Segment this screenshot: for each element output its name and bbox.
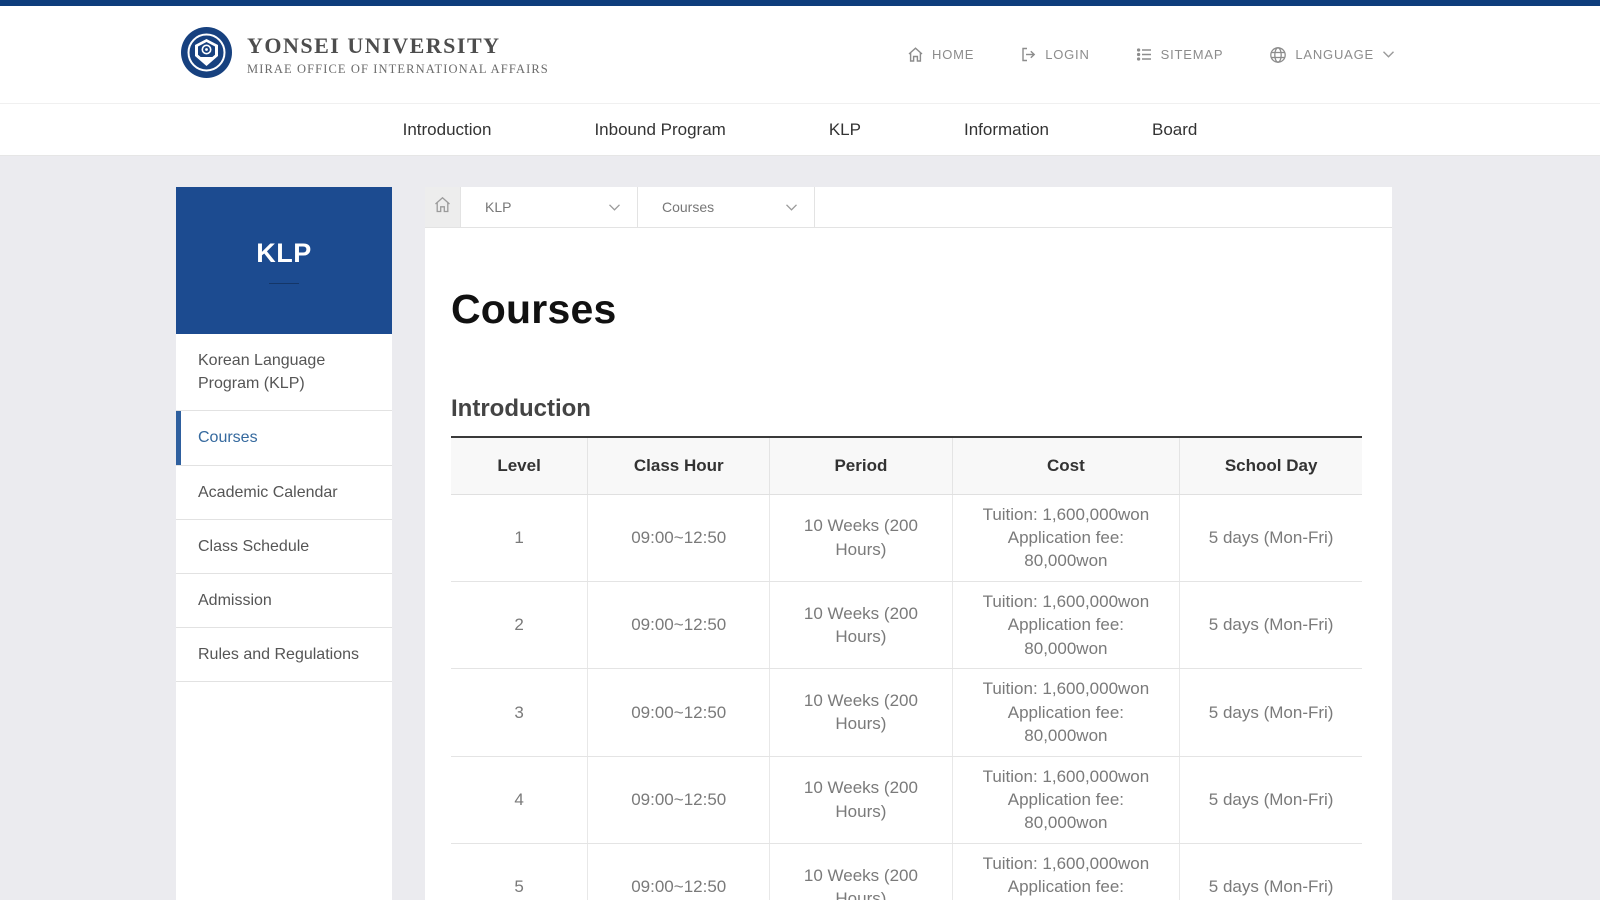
login-label: LOGIN	[1045, 47, 1090, 62]
globe-icon	[1269, 46, 1287, 64]
cell-class-hour: 09:00~12:50	[587, 843, 771, 900]
cell-period: 10 Weeks (200 Hours)	[769, 756, 953, 844]
language-dropdown[interactable]: LANGUAGE	[1269, 46, 1395, 64]
logo-subtitle: MIRAE OFFICE OF INTERNATIONAL AFFAIRS	[247, 61, 549, 76]
breadcrumb-dropdown-courses[interactable]: Courses	[638, 187, 815, 227]
cell-cost: Tuition: 1,600,000won Application fee: 8…	[952, 668, 1181, 757]
sidebar-item-admission[interactable]: Admission	[176, 574, 392, 629]
university-seal-icon	[180, 26, 233, 84]
page-title: Courses	[451, 286, 617, 332]
language-label: LANGUAGE	[1295, 47, 1374, 62]
cell-class-hour: 09:00~12:50	[587, 668, 771, 757]
header-utilities: HOME LOGIN SITEMAP LANGUAGE	[907, 46, 1395, 64]
cell-level: 1	[451, 494, 589, 582]
sitemap-icon	[1136, 46, 1153, 63]
home-link[interactable]: HOME	[907, 46, 974, 63]
cell-class-hour: 09:00~12:50	[587, 494, 771, 582]
main-navigation: Introduction Inbound Program KLP Informa…	[0, 104, 1600, 156]
content-area: Courses Introduction Level Class Hour Pe…	[425, 228, 1392, 900]
breadcrumb-dropdown-klp[interactable]: KLP	[461, 187, 638, 227]
cell-cost: Tuition: 1,600,000won Application fee: 8…	[952, 581, 1181, 670]
cell-level: 2	[451, 581, 589, 670]
cell-school-day: 5 days (Mon-Fri)	[1179, 756, 1362, 844]
home-icon	[907, 46, 924, 63]
site-header: YONSEI UNIVERSITY MIRAE OFFICE OF INTERN…	[0, 6, 1600, 104]
cell-cost: Tuition: 1,600,000won Application fee: 8…	[952, 756, 1181, 844]
home-label: HOME	[932, 47, 975, 62]
cell-school-day: 5 days (Mon-Fri)	[1179, 668, 1362, 757]
column-header-cost: Cost	[952, 437, 1181, 495]
table-row: 1 09:00~12:50 10 Weeks (200 Hours) Tuiti…	[451, 494, 1362, 582]
table-header-row: Level Class Hour Period Cost School Day	[451, 437, 1362, 495]
column-header-class-hour: Class Hour	[587, 437, 771, 495]
login-link[interactable]: LOGIN	[1020, 46, 1089, 63]
cell-period: 10 Weeks (200 Hours)	[769, 843, 953, 900]
sitemap-link[interactable]: SITEMAP	[1136, 46, 1224, 63]
cell-level: 3	[451, 668, 589, 757]
chevron-down-icon	[1382, 50, 1395, 59]
breadcrumb-klp-label: KLP	[485, 199, 512, 215]
chevron-down-icon	[785, 199, 798, 215]
nav-item-board[interactable]: Board	[1152, 120, 1197, 140]
breadcrumb-home-button[interactable]	[425, 187, 461, 227]
nav-item-information[interactable]: Information	[964, 120, 1049, 140]
column-header-school-day: School Day	[1179, 437, 1362, 495]
breadcrumb-courses-label: Courses	[662, 199, 715, 215]
nav-item-introduction[interactable]: Introduction	[403, 120, 492, 140]
section-title-introduction: Introduction	[451, 395, 591, 422]
breadcrumb-home-icon	[433, 195, 452, 219]
chevron-down-icon	[608, 199, 621, 215]
cell-school-day: 5 days (Mon-Fri)	[1179, 843, 1362, 900]
cell-cost: Tuition: 1,600,000won Application fee: 8…	[952, 494, 1181, 582]
cell-class-hour: 09:00~12:50	[587, 756, 771, 844]
content-card: KLP Courses Courses Introduction Level C…	[425, 187, 1392, 900]
cell-period: 10 Weeks (200 Hours)	[769, 494, 953, 582]
table-row: 2 09:00~12:50 10 Weeks (200 Hours) Tuiti…	[451, 581, 1362, 670]
sidebar-item-class-schedule[interactable]: Class Schedule	[176, 520, 392, 574]
nav-item-inbound-program[interactable]: Inbound Program	[594, 120, 725, 140]
table-row: 5 09:00~12:50 10 Weeks (200 Hours) Tuiti…	[451, 843, 1362, 900]
sidebar-item-korean-language-program[interactable]: Korean Language Program (KLP)	[176, 334, 392, 412]
sidebar-title: KLP	[256, 237, 312, 268]
cell-level: 5	[451, 843, 589, 900]
column-header-level: Level	[451, 437, 589, 495]
sidebar-item-academic-calendar[interactable]: Academic Calendar	[176, 466, 392, 520]
sidebar-item-rules-and-regulations[interactable]: Rules and Regulations	[176, 628, 392, 683]
cell-school-day: 5 days (Mon-Fri)	[1179, 581, 1362, 670]
logo-title: YONSEI UNIVERSITY	[247, 32, 501, 58]
column-header-period: Period	[769, 437, 953, 495]
sitemap-label: SITEMAP	[1160, 47, 1224, 62]
cell-level: 4	[451, 756, 589, 844]
logo-wordmark: YONSEI UNIVERSITY MIRAE OFFICE OF INTERN…	[247, 33, 549, 77]
table-row: 3 09:00~12:50 10 Weeks (200 Hours) Tuiti…	[451, 668, 1362, 757]
cell-class-hour: 09:00~12:50	[587, 581, 771, 670]
breadcrumb: KLP Courses	[425, 187, 1392, 228]
login-icon	[1020, 46, 1037, 63]
table-row: 4 09:00~12:50 10 Weeks (200 Hours) Tuiti…	[451, 756, 1362, 844]
nav-item-klp[interactable]: KLP	[829, 120, 861, 140]
sidebar: KLP Korean Language Program (KLP) Course…	[176, 187, 392, 900]
cell-school-day: 5 days (Mon-Fri)	[1179, 494, 1362, 582]
sidebar-title-panel: KLP	[176, 187, 392, 334]
university-logo[interactable]: YONSEI UNIVERSITY MIRAE OFFICE OF INTERN…	[180, 26, 549, 84]
page-body: KLP Korean Language Program (KLP) Course…	[0, 156, 1600, 900]
cell-cost: Tuition: 1,600,000won Application fee: 8…	[952, 843, 1181, 900]
cell-period: 10 Weeks (200 Hours)	[769, 668, 953, 757]
sidebar-item-courses[interactable]: Courses	[176, 411, 392, 466]
course-table: Level Class Hour Period Cost School Day …	[451, 436, 1362, 900]
cell-period: 10 Weeks (200 Hours)	[769, 581, 953, 670]
sidebar-title-underline	[269, 282, 299, 284]
